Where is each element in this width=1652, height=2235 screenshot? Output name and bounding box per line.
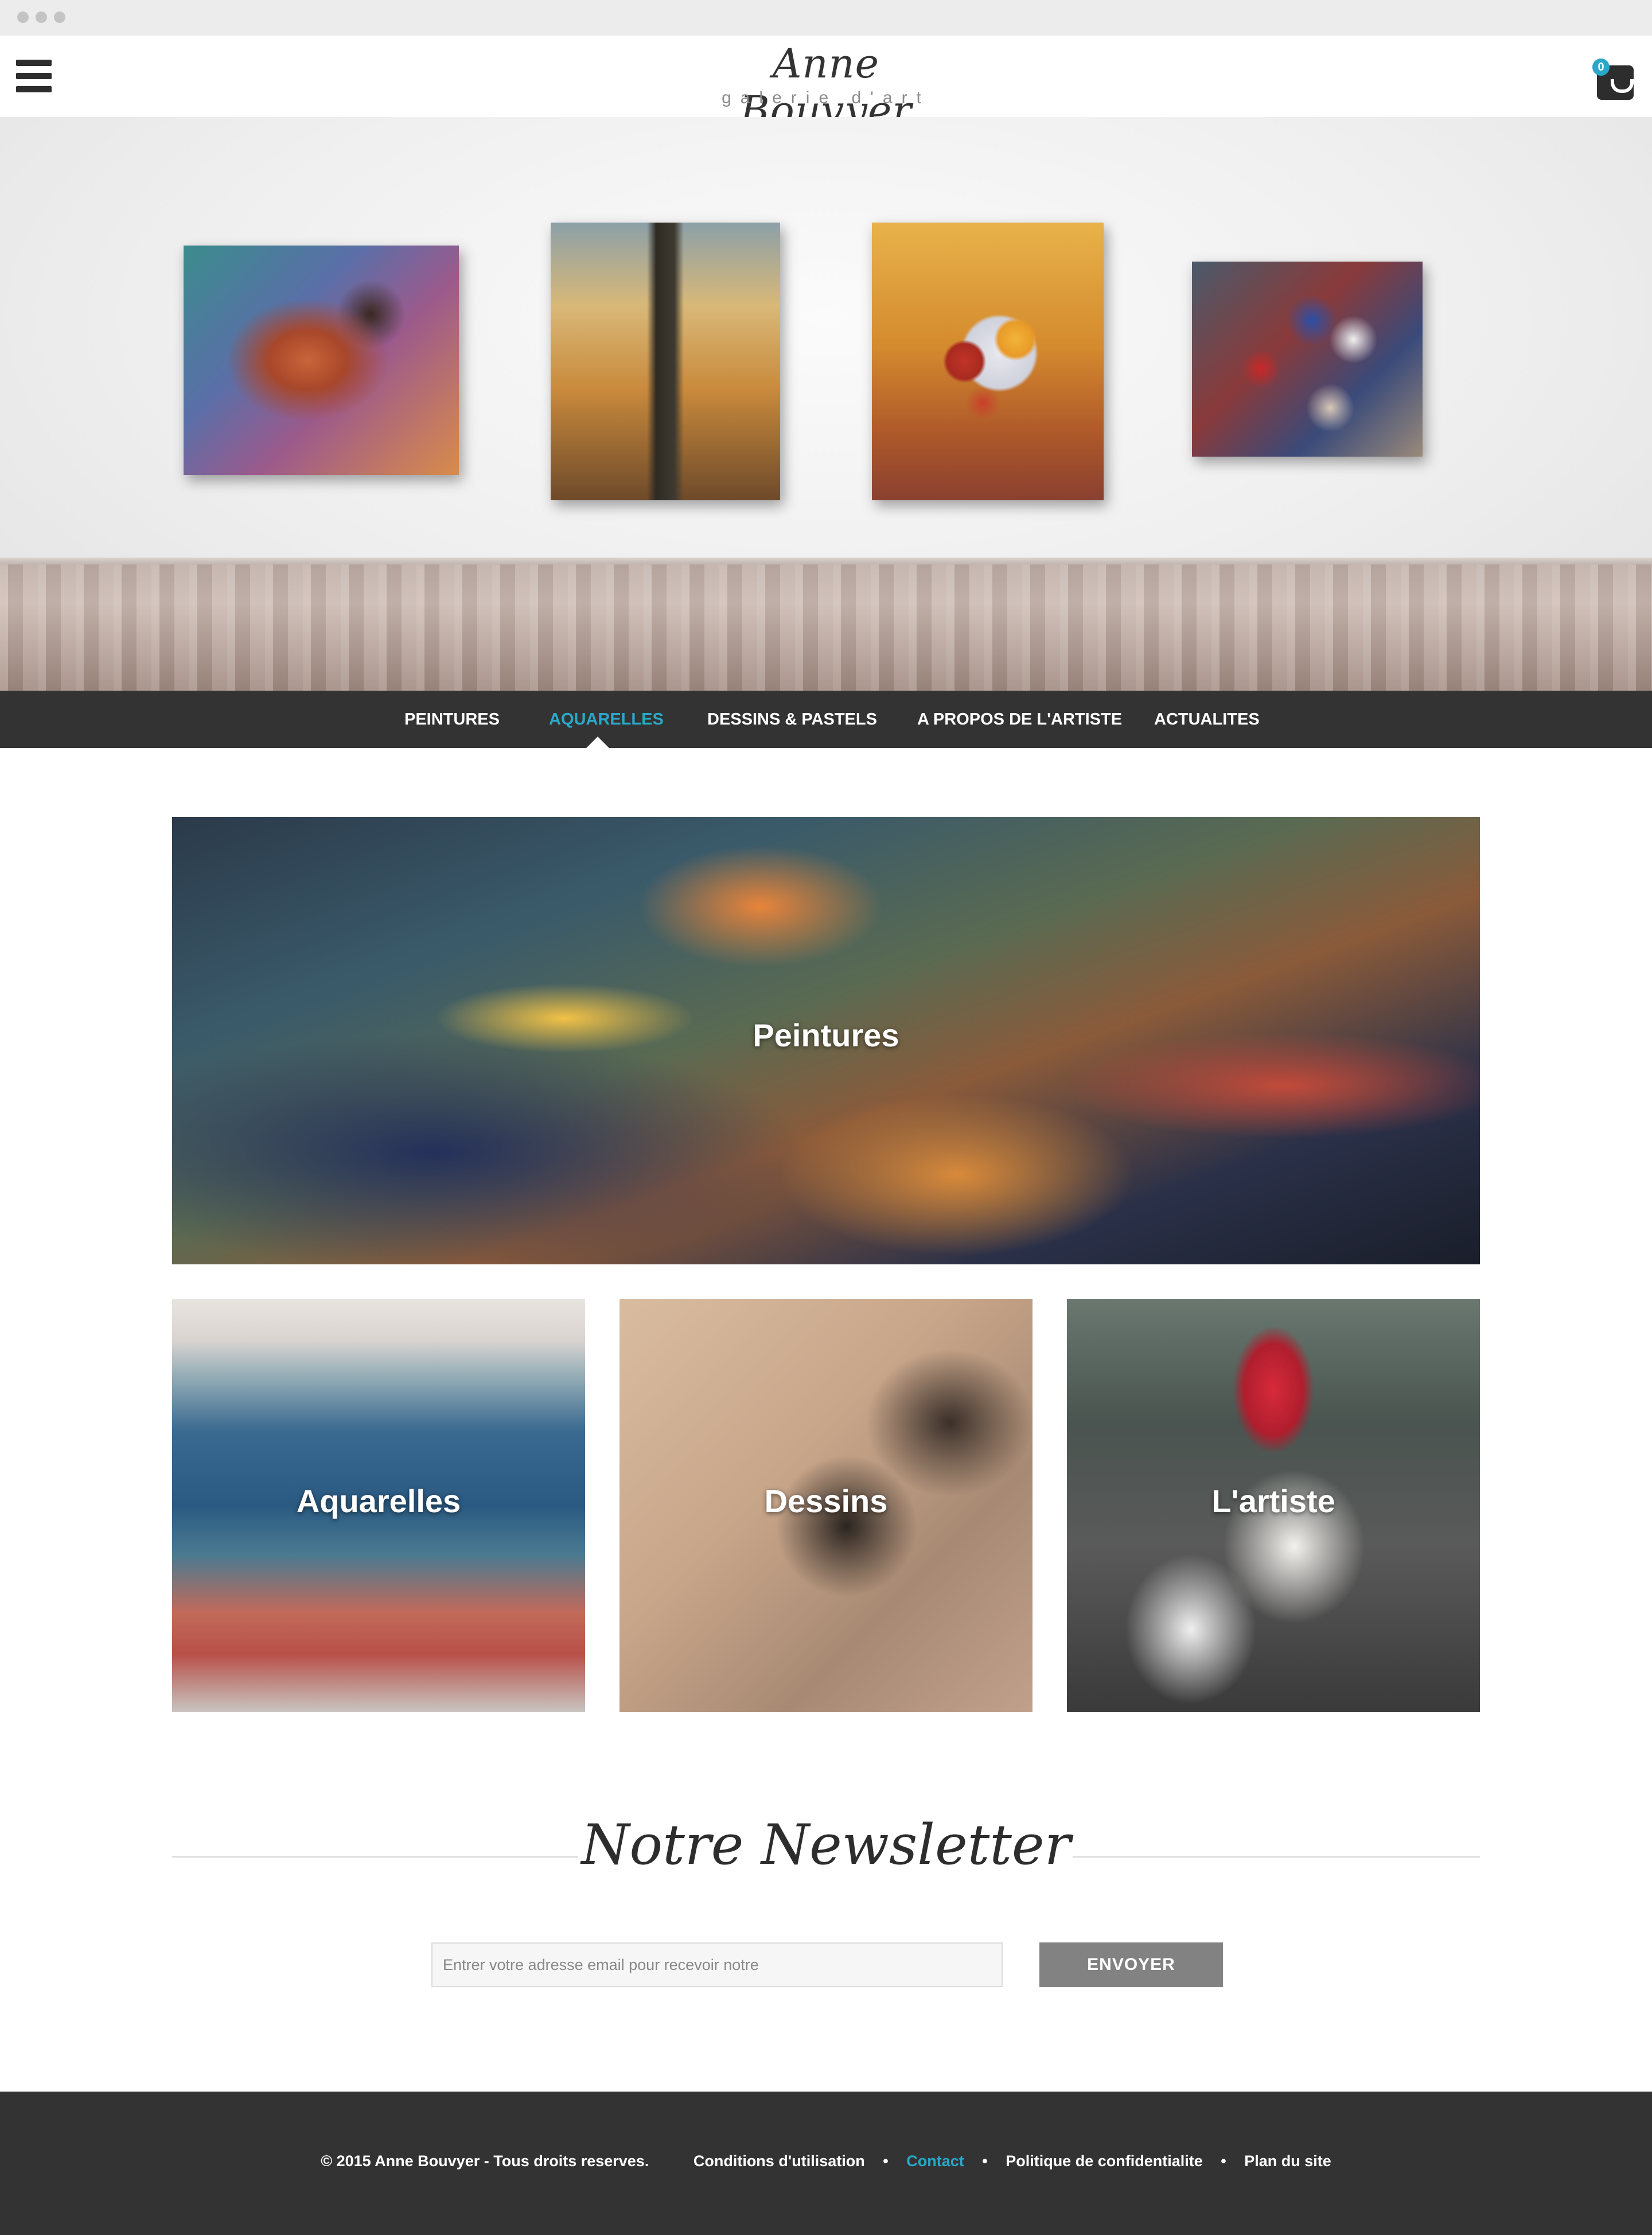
site-header: Anne Bouvyer galerie d'art 0 [0, 36, 1652, 134]
nav-dessins-pastels[interactable]: DESSINS & PASTELS [707, 691, 877, 748]
footer-row: © 2015 Anne Bouvyer - Tous droits reserv… [0, 2152, 1652, 2170]
browser-chrome [0, 0, 1652, 36]
window-dot-icon [36, 11, 47, 23]
newsletter-email-input[interactable] [431, 1942, 1003, 1987]
footer-link-confidentialite[interactable]: Politique de confidentialite [1006, 2152, 1203, 2170]
main-nav: PEINTURES AQUARELLES DESSINS & PASTELS A… [0, 691, 1652, 748]
hero-painting-street [551, 223, 780, 500]
tile-aquarelles[interactable]: Aquarelles [172, 1299, 585, 1712]
tile-label: Peintures [753, 1017, 899, 1053]
footer-separator: • [883, 2152, 889, 2170]
nav-actualites[interactable]: ACTUALITES [1154, 691, 1260, 748]
tile-label: Dessins [764, 1483, 888, 1519]
hero-painting-still-life [872, 223, 1104, 500]
hero-painting-figure [184, 246, 459, 475]
newsletter-divider-right [1073, 1856, 1480, 1858]
footer-link-conditions[interactable]: Conditions d'utilisation [693, 2152, 865, 2170]
logo-subtitle: galerie d'art [722, 88, 930, 107]
wood-floor [0, 564, 1652, 691]
tile-label: Aquarelles [296, 1483, 461, 1519]
tile-dessins[interactable]: Dessins [620, 1299, 1032, 1712]
footer-link-plan-du-site[interactable]: Plan du site [1244, 2152, 1331, 2170]
newsletter-submit-button[interactable]: ENVOYER [1039, 1942, 1223, 1987]
nav-a-propos[interactable]: A PROPOS DE L'ARTISTE [917, 691, 1122, 748]
footer-separator: • [1221, 2152, 1226, 2170]
hero-gallery [0, 117, 1652, 691]
newsletter-title: Notre Newsletter [581, 1813, 1071, 1877]
tile-label: L'artiste [1211, 1483, 1335, 1519]
newsletter-divider-left [172, 1856, 578, 1858]
tile-artiste[interactable]: L'artiste [1067, 1299, 1480, 1712]
footer-link-contact[interactable]: Contact [906, 2152, 964, 2170]
footer-separator: • [982, 2152, 988, 2170]
hero-painting-abstract [1192, 262, 1423, 457]
nav-peintures[interactable]: PEINTURES [404, 691, 500, 748]
footer-copyright: © 2015 Anne Bouvyer - Tous droits reserv… [321, 2152, 649, 2170]
window-dot-icon [17, 11, 29, 23]
active-nav-caret-icon [586, 737, 609, 748]
cart-button[interactable]: 0 [1592, 59, 1638, 104]
window-dot-icon [54, 11, 65, 23]
cart-count-badge: 0 [1592, 59, 1610, 76]
tile-peintures[interactable]: Peintures [172, 817, 1480, 1264]
hamburger-menu-icon[interactable] [16, 60, 52, 93]
site-footer: © 2015 Anne Bouvyer - Tous droits reserv… [0, 2092, 1652, 2235]
